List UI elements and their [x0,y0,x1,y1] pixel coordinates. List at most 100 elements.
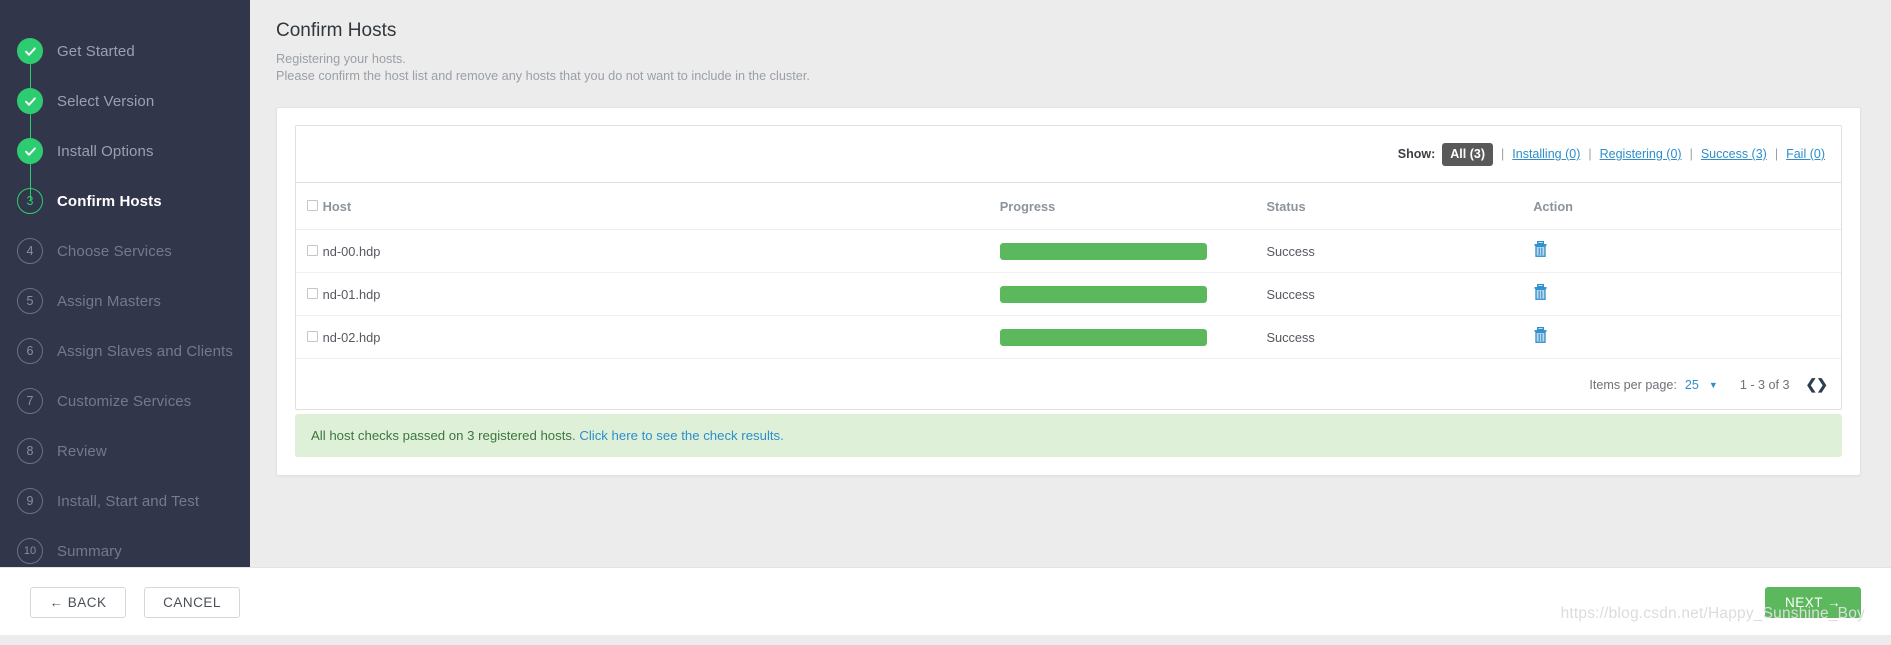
row-checkbox[interactable] [307,244,318,256]
sidebar-step-label: Install Options [57,142,154,160]
filter-all[interactable]: All (3) [1442,143,1494,166]
row-checkbox[interactable] [307,287,318,299]
check-results-link[interactable]: Click here to see the check results. [579,428,784,443]
row-checkbox[interactable] [307,330,318,342]
sidebar-step-label: Assign Masters [57,292,161,310]
status-cell: Success [1266,315,1534,359]
step-number-badge: 7 [17,388,43,414]
action-cell [1533,272,1841,316]
filter-fail[interactable]: Fail (0) [1786,147,1825,161]
back-button[interactable]: ← BACK [30,587,126,618]
table-header-row: Host Progress Status Action [296,183,1841,230]
column-header-action: Action [1533,183,1841,230]
hosts-table-head: Host Progress Status Action [296,183,1841,230]
host-checks-alert: All host checks passed on 3 registered h… [295,414,1842,457]
progress-cell [999,229,1267,273]
column-header-progress: Progress [999,183,1267,230]
progress-bar [999,285,1207,303]
items-per-page-label: Items per page: [1589,377,1677,392]
cancel-button[interactable]: CANCEL [144,587,240,618]
step-check-icon [17,138,43,164]
table-row: nd-02.hdp Success [296,315,1841,359]
progress-bar [999,328,1207,346]
row-select-cell [296,229,323,273]
filter-separator: | [1774,147,1779,161]
pagination-range: 1 - 3 of 3 [1739,377,1790,392]
select-all-checkbox[interactable] [307,200,318,211]
alert-message: All host checks passed on 3 registered h… [311,428,576,443]
status-cell: Success [1266,272,1534,316]
step-number-badge: 8 [17,438,43,464]
sidebar-step-install-options[interactable]: Install Options [0,126,250,201]
filter-success[interactable]: Success (3) [1701,147,1767,161]
progress-bar-fill [999,285,1207,303]
sidebar-step-install-start-and-test[interactable]: 9 Install, Start and Test [0,476,250,526]
next-button[interactable]: NEXT → [1765,587,1861,618]
host-name-cell: nd-02.hdp [322,315,1000,359]
page-title: Confirm Hosts [276,20,397,41]
column-header-host: Host [322,183,1000,230]
step-check-icon [17,88,43,114]
trash-icon[interactable] [1533,240,1548,258]
select-all-header [296,183,323,230]
sidebar-step-review[interactable]: 8 Review [0,426,250,476]
sidebar-step-get-started[interactable]: Get Started [0,26,250,101]
page-subtitle-line1: Registering your hosts. [276,52,406,66]
filter-registering[interactable]: Registering (0) [1600,147,1682,161]
sidebar-step-label: Choose Services [57,242,172,260]
main-content: Confirm Hosts Registering your hosts. Pl… [250,0,1891,577]
trash-icon[interactable] [1533,326,1548,344]
trash-icon[interactable] [1533,283,1548,301]
host-name-cell: nd-00.hdp [322,229,1000,273]
filter-items: All (3) | Installing (0) | Registering (0) | S… [1442,143,1825,166]
column-header-status: Status [1266,183,1534,230]
show-label: Show: [1397,147,1436,161]
status-filter-bar: Show: All (3) | Installing (0) | Registering… [296,126,1841,183]
remove-host-button[interactable] [1533,326,1548,344]
step-number-badge: 3 [17,188,43,214]
sidebar-step-label: Customize Services [57,392,192,410]
sidebar-step-assign-masters[interactable]: 5 Assign Masters [0,276,250,326]
host-name-cell: nd-01.hdp [322,272,1000,316]
progress-cell [999,272,1267,316]
check-icon [24,96,36,106]
progress-cell [999,315,1267,359]
wizard-footer: ← BACK CANCEL NEXT → https://blog.csdn.n… [0,567,1891,635]
action-cell [1533,315,1841,359]
sidebar-step-select-version[interactable]: Select Version [0,76,250,151]
remove-host-button[interactable] [1533,240,1548,258]
sidebar-step-choose-services[interactable]: 4 Choose Services [0,226,250,276]
chevron-right-icon[interactable]: ❯ [1816,376,1828,392]
sidebar-step-customize-services[interactable]: 7 Customize Services [0,376,250,426]
hosts-panel: Show: All (3) | Installing (0) | Registering… [295,125,1842,410]
filter-installing[interactable]: Installing (0) [1512,147,1580,161]
filter-separator: | [1689,147,1693,161]
chevron-left-icon[interactable]: ❮ [1806,376,1818,392]
table-row: nd-00.hdp Success [296,229,1841,273]
progress-bar [999,242,1207,260]
sidebar-step-label: Summary [57,542,122,560]
step-number-badge: 9 [17,488,43,514]
sidebar-step-confirm-hosts[interactable]: 3 Confirm Hosts [0,176,250,226]
chevron-down-icon[interactable]: ▼ [1709,380,1718,390]
check-icon [24,146,36,156]
check-icon [24,46,36,56]
action-cell [1533,229,1841,273]
pagination-bar: Items per page: 25 ▼ 1 - 3 of 3 ❮❯ [296,359,1841,409]
step-number-badge: 10 [17,538,43,564]
sidebar-step-label: Assign Slaves and Clients [57,342,233,360]
filter-separator: | [1501,147,1505,161]
sidebar-step-label: Select Version [57,92,155,110]
progress-bar-fill [999,328,1207,346]
sidebar-step-label: Review [57,442,107,460]
app-root: Get Started Select Version Install Options… [0,0,1891,645]
hosts-card: Show: All (3) | Installing (0) | Registering… [276,107,1861,476]
items-per-page-value[interactable]: 25 [1685,378,1699,392]
pagination-arrows[interactable]: ❮❯ [1806,376,1828,393]
remove-host-button[interactable] [1533,283,1548,301]
sidebar-step-assign-slaves-and-clients[interactable]: 6 Assign Slaves and Clients [0,326,250,376]
page-subtitle-line2: Please confirm the host list and remove … [276,68,810,83]
step-check-icon [17,38,43,64]
progress-bar-fill [999,242,1207,260]
sidebar-step-label: Get Started [57,42,135,60]
